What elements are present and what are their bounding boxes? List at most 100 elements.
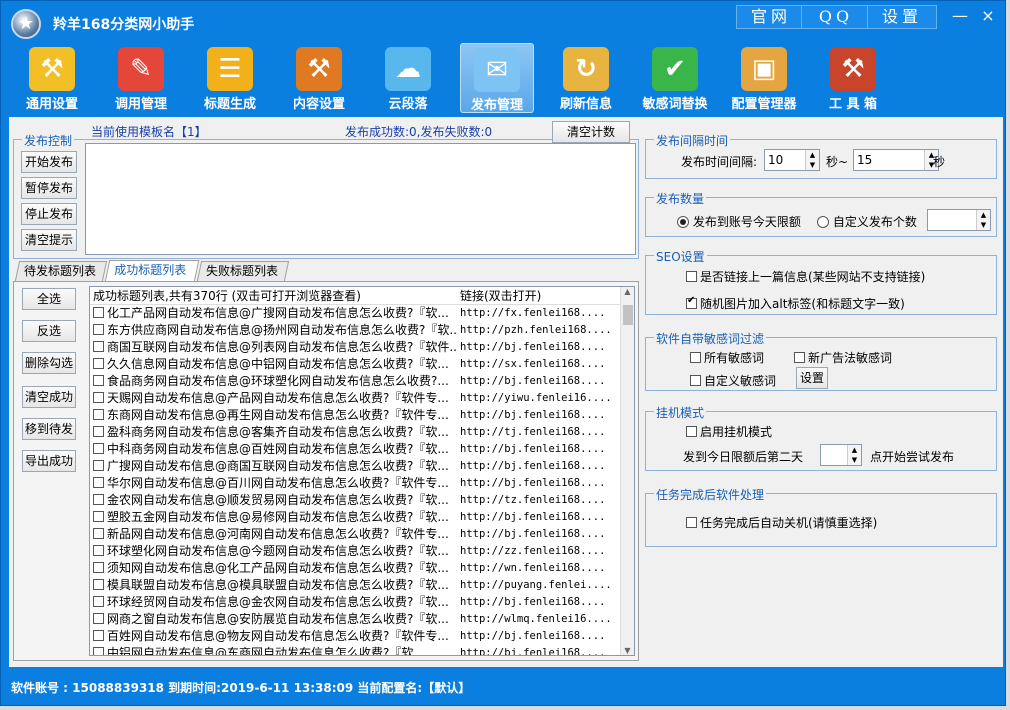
- row-link[interactable]: http://pzh.fenlei168....: [460, 322, 620, 339]
- row-checkbox[interactable]: [93, 477, 104, 488]
- row-link[interactable]: http://yiwu.fenlei16....: [460, 390, 620, 407]
- row-checkbox[interactable]: [93, 460, 104, 471]
- close-icon[interactable]: ×: [977, 7, 999, 27]
- stop-publish-button[interactable]: 停止发布: [21, 203, 77, 225]
- move-to-pending-button[interactable]: 移到待发: [22, 418, 76, 440]
- row-checkbox[interactable]: [93, 579, 104, 590]
- interval-min-spinner[interactable]: 10 ▲ ▼: [764, 149, 820, 171]
- custom-count-spinner[interactable]: ▲ ▼: [927, 209, 991, 231]
- row-link[interactable]: http://bj.fenlei168....: [460, 594, 620, 611]
- row-link[interactable]: http://zz.fenlei168....: [460, 543, 620, 560]
- table-row[interactable]: 新品网自动发布信息@河南网自动发布信息怎么收费?『软件专... http://bj…: [90, 526, 634, 543]
- row-checkbox[interactable]: [93, 443, 104, 454]
- row-checkbox[interactable]: [93, 511, 104, 522]
- row-link[interactable]: http://tz.fenlei168....: [460, 492, 620, 509]
- toolbar-button-4[interactable]: ☁ 云段落: [371, 43, 445, 113]
- row-link[interactable]: http://bj.fenlei168....: [460, 645, 620, 655]
- toolbar-button-7[interactable]: ✔ 敏感词替换: [638, 43, 712, 113]
- scrollbar-thumb[interactable]: [623, 305, 633, 325]
- settings-button[interactable]: 设置: [867, 5, 937, 29]
- finish-shutdown-checkbox[interactable]: 任务完成后自动关机(请慎重选择): [683, 514, 877, 531]
- row-link[interactable]: http://bj.fenlei168....: [460, 458, 620, 475]
- select-all-button[interactable]: 全选: [22, 288, 76, 310]
- table-row[interactable]: 商国互联网自动发布信息@列表网自动发布信息怎么收费?『软件... http://b…: [90, 339, 634, 356]
- row-checkbox[interactable]: [93, 324, 104, 335]
- row-checkbox[interactable]: [93, 613, 104, 624]
- row-link[interactable]: http://wlmq.fenlei16....: [460, 611, 620, 628]
- publish-log-textarea[interactable]: [85, 143, 636, 255]
- minimize-icon[interactable]: —: [949, 7, 971, 27]
- seo-link-prev-checkbox[interactable]: 是否链接上一篇信息(某些网站不支持链接): [683, 268, 925, 285]
- table-row[interactable]: 华尔网自动发布信息@百川网自动发布信息怎么收费?『软件专... http://bj…: [90, 475, 634, 492]
- official-site-button[interactable]: 官网: [736, 5, 806, 29]
- table-row[interactable]: 金农网自动发布信息@顺发贸易网自动发布信息怎么收费?『软... http://tz…: [90, 492, 634, 509]
- row-checkbox[interactable]: [93, 630, 104, 641]
- table-row[interactable]: 中铝网自动发布信息@东商网自动发布信息怎么收费?『软... http://bj.f…: [90, 645, 634, 655]
- row-link[interactable]: http://bj.fenlei168....: [460, 407, 620, 424]
- table-row[interactable]: 塑胶五金网自动发布信息@易修网自动发布信息怎么收费?『软... http://bj…: [90, 509, 634, 526]
- row-checkbox[interactable]: [93, 596, 104, 607]
- tab-success-titles[interactable]: 成功标题列表: [104, 260, 200, 282]
- hangup-enable-checkbox[interactable]: 启用挂机模式: [683, 423, 772, 440]
- table-row[interactable]: 中科商务网自动发布信息@百姓网自动发布信息怎么收费?『软... http://bj…: [90, 441, 634, 458]
- row-checkbox[interactable]: [93, 307, 104, 318]
- list-scrollbar[interactable]: ▲ ▼: [620, 287, 634, 655]
- row-link[interactable]: http://bj.fenlei168....: [460, 339, 620, 356]
- row-checkbox[interactable]: [93, 358, 104, 369]
- invert-selection-button[interactable]: 反选: [22, 320, 76, 342]
- table-row[interactable]: 环球塑化网自动发布信息@今题网自动发布信息怎么收费?『软... http://zz…: [90, 543, 634, 560]
- row-link[interactable]: http://bj.fenlei168....: [460, 628, 620, 645]
- row-link[interactable]: http://bj.fenlei168....: [460, 373, 620, 390]
- interval-max-spinner[interactable]: 15 ▲ ▼: [853, 149, 939, 171]
- seo-alt-tag-checkbox[interactable]: 随机图片加入alt标签(和标题文字一致): [683, 295, 905, 312]
- clear-hints-button[interactable]: 清空提示: [21, 229, 77, 251]
- table-row[interactable]: 百姓网自动发布信息@物友网自动发布信息怎么收费?『软件专... http://bj…: [90, 628, 634, 645]
- filter-ad-law-checkbox[interactable]: 新广告法敏感词: [791, 349, 892, 366]
- row-link[interactable]: http://wn.fenlei168....: [460, 560, 620, 577]
- row-checkbox[interactable]: [93, 409, 104, 420]
- row-link[interactable]: http://tj.fenlei168....: [460, 424, 620, 441]
- clear-success-button[interactable]: 清空成功: [22, 386, 76, 408]
- filter-settings-button[interactable]: 设置: [796, 367, 828, 389]
- filter-all-checkbox[interactable]: 所有敏感词: [687, 349, 764, 366]
- pause-publish-button[interactable]: 暂停发布: [21, 177, 77, 199]
- table-row[interactable]: 网商之窗自动发布信息@安防展览自动发布信息怎么收费?『软... http://wl…: [90, 611, 634, 628]
- toolbar-button-3[interactable]: ⚒ 内容设置: [282, 43, 356, 113]
- row-checkbox[interactable]: [93, 392, 104, 403]
- toolbar-button-2[interactable]: ☰ 标题生成: [193, 43, 267, 113]
- toolbar-button-6[interactable]: ↻ 刷新信息: [549, 43, 623, 113]
- toolbar-button-8[interactable]: ▣ 配置管理器: [727, 43, 801, 113]
- row-checkbox[interactable]: [93, 647, 104, 655]
- qq-button[interactable]: QQ: [801, 5, 871, 29]
- toolbar-button-9[interactable]: ⚒ 工 具 箱: [816, 43, 890, 113]
- table-row[interactable]: 模具联盟自动发布信息@模具联盟自动发布信息怎么收费?『软... http://pu…: [90, 577, 634, 594]
- table-row[interactable]: 东商网自动发布信息@再生网自动发布信息怎么收费?『软件专... http://bj…: [90, 407, 634, 424]
- delete-checked-button[interactable]: 删除勾选: [22, 352, 76, 374]
- row-link[interactable]: http://puyang.fenlei....: [460, 577, 620, 594]
- row-link[interactable]: http://bj.fenlei168....: [460, 441, 620, 458]
- table-row[interactable]: 盈科商务网自动发布信息@客集齐自动发布信息怎么收费?『软... http://tj…: [90, 424, 634, 441]
- tab-failed-titles[interactable]: 失败标题列表: [196, 261, 290, 281]
- table-row[interactable]: 天赐网自动发布信息@产品网自动发布信息怎么收费?『软件专... http://yi…: [90, 390, 634, 407]
- table-row[interactable]: 广搜网自动发布信息@商国互联网自动发布信息怎么收费?『软... http://bj…: [90, 458, 634, 475]
- hangup-days-spinner[interactable]: ▲ ▼: [820, 444, 862, 466]
- success-title-list[interactable]: 成功标题列表,共有370行 (双击可打开浏览器查看) 链接(双击打开) 化工产品…: [89, 286, 635, 656]
- tab-pending-titles[interactable]: 待发标题列表: [14, 261, 108, 281]
- start-publish-button[interactable]: 开始发布: [21, 151, 77, 173]
- table-row[interactable]: 环球经贸网自动发布信息@金农网自动发布信息怎么收费?『软... http://bj…: [90, 594, 634, 611]
- count-custom-radio[interactable]: 自定义发布个数: [817, 213, 917, 230]
- filter-custom-checkbox[interactable]: 自定义敏感词: [687, 372, 776, 389]
- row-link[interactable]: http://bj.fenlei168....: [460, 475, 620, 492]
- table-row[interactable]: 久久信息网自动发布信息@中铝网自动发布信息怎么收费?『软... http://sx…: [90, 356, 634, 373]
- clear-count-button[interactable]: 清空计数: [552, 121, 630, 143]
- toolbar-button-5[interactable]: ✉ 发布管理: [460, 43, 534, 113]
- row-checkbox[interactable]: [93, 562, 104, 573]
- row-link[interactable]: http://sx.fenlei168....: [460, 356, 620, 373]
- table-row[interactable]: 化工产品网自动发布信息@广搜网自动发布信息怎么收费?『软... http://fx…: [90, 305, 634, 322]
- table-row[interactable]: 须知网自动发布信息@化工产品网自动发布信息怎么收费?『软... http://wn…: [90, 560, 634, 577]
- row-checkbox[interactable]: [93, 341, 104, 352]
- row-checkbox[interactable]: [93, 545, 104, 556]
- row-checkbox[interactable]: [93, 528, 104, 539]
- row-link[interactable]: http://fx.fenlei168....: [460, 305, 620, 322]
- row-checkbox[interactable]: [93, 375, 104, 386]
